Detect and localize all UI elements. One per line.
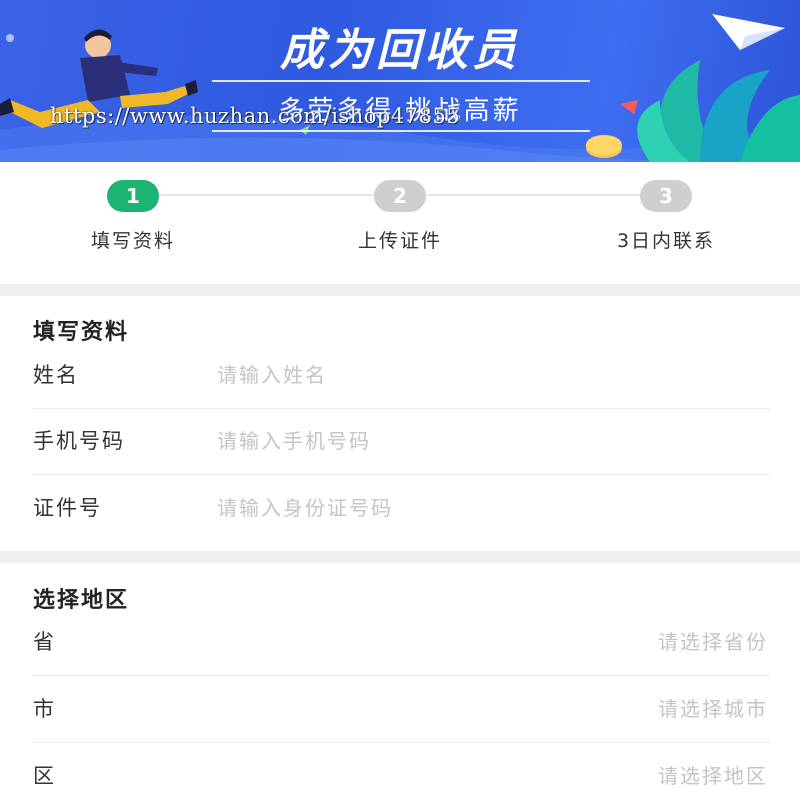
name-row: 姓名 [32, 342, 770, 409]
step-3-label: 3日内联系 [616, 230, 716, 252]
province-row[interactable]: 省 请选择省份 [32, 609, 770, 676]
step-1-label: 填写资料 [90, 230, 175, 252]
coin-illustration [586, 135, 622, 158]
id-number-row: 证件号 [32, 475, 770, 541]
banner-divider-bottom [212, 130, 590, 132]
step-1-number: 1 [107, 180, 159, 212]
phone-input[interactable] [217, 421, 717, 461]
city-row[interactable]: 市 请选择城市 [32, 676, 770, 743]
watermark-url: https://www.huzhan.com/ishop47855 [50, 104, 461, 128]
progress-steps: 1 填写资料 2 上传证件 3 3日内联系 [0, 162, 800, 284]
section-separator-2 [0, 551, 800, 563]
step-3: 3 3日内联系 [566, 180, 766, 253]
banner-title: 成为回收员 [280, 25, 520, 76]
province-label: 省 [33, 630, 56, 654]
district-label: 区 [33, 764, 56, 788]
name-input[interactable] [217, 355, 717, 395]
id-number-input[interactable] [217, 488, 717, 528]
district-row[interactable]: 区 请选择地区 [32, 743, 770, 809]
phone-row: 手机号码 [32, 408, 770, 475]
banner-divider-top [212, 80, 590, 82]
id-number-label: 证件号 [33, 496, 102, 520]
district-select[interactable]: 请选择地区 [658, 743, 768, 809]
name-label: 姓名 [33, 363, 79, 387]
step-3-number: 3 [640, 180, 692, 212]
step-2: 2 上传证件 [300, 180, 500, 253]
phone-label: 手机号码 [33, 429, 125, 453]
step-1: 1 填写资料 [33, 180, 233, 253]
section-separator [0, 284, 800, 296]
step-2-label: 上传证件 [357, 230, 442, 252]
step-2-number: 2 [374, 180, 426, 212]
province-select[interactable]: 请选择省份 [658, 609, 768, 675]
hero-banner: 成为回收员 多劳多得 挑战高薪 https://www.huzhan.com/i… [0, 0, 800, 162]
city-label: 市 [33, 697, 56, 721]
city-select[interactable]: 请选择城市 [658, 676, 768, 742]
